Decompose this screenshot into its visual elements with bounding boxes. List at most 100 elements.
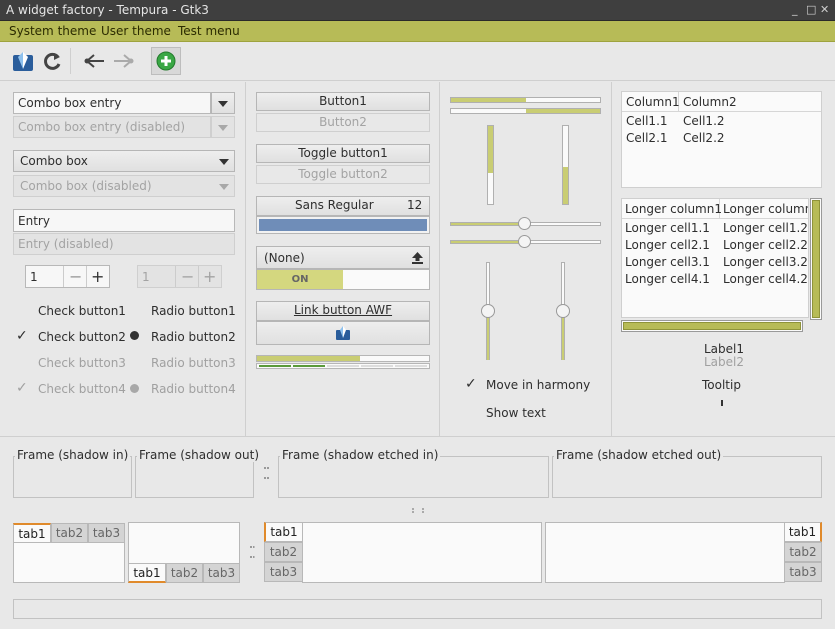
switch-on-label: ON	[257, 270, 343, 289]
plus-icon[interactable]: +	[91, 267, 104, 286]
combo-box[interactable]: Combo box	[13, 150, 235, 172]
check-button-2[interactable]: Check button2	[38, 330, 126, 344]
table-cell: Cell2.1	[626, 131, 668, 145]
check-button-1[interactable]: Check button1	[38, 304, 126, 318]
tab-1[interactable]: tab1	[13, 523, 51, 543]
pane-handle[interactable]	[264, 467, 267, 479]
toolbar-forward-button[interactable]	[110, 47, 138, 75]
frame-shadow-in	[13, 456, 132, 498]
spinner-icon	[721, 400, 723, 406]
tab-2[interactable]: tab2	[51, 523, 88, 543]
button-1[interactable]: Button1	[256, 92, 430, 111]
menu-user-theme[interactable]: User theme	[101, 24, 171, 38]
combo-entry-value: Combo box entry	[18, 96, 122, 110]
close-button[interactable]: ✕	[820, 3, 829, 16]
spin-button[interactable]: 1 − +	[25, 265, 110, 288]
minimize-button[interactable]: _	[792, 3, 798, 16]
check-button-3: Check button3	[38, 356, 126, 370]
tab-1[interactable]: tab1	[784, 522, 822, 542]
toolbar-refresh-button[interactable]	[38, 47, 66, 75]
radio-button-4: Radio button4	[151, 382, 236, 396]
table-cell: Longer cell3.2	[723, 255, 808, 269]
frame-label: Frame (shadow out)	[137, 448, 262, 462]
tab-3[interactable]: tab3	[203, 563, 240, 583]
image-button[interactable]	[256, 321, 430, 345]
menu-system-theme[interactable]: System theme	[9, 24, 96, 38]
tab-3[interactable]: tab3	[88, 523, 125, 543]
scrollbar-thumb[interactable]	[623, 322, 801, 330]
link-label: Link button AWF	[293, 303, 393, 317]
tab-1[interactable]: tab1	[264, 522, 303, 542]
toggle-button-1[interactable]: Toggle button1	[256, 144, 430, 163]
column-header[interactable]: Column2	[683, 95, 737, 109]
vertical-scrollbar[interactable]	[810, 198, 822, 320]
button-2: Button2	[256, 113, 430, 132]
link-button[interactable]: Link button AWF	[256, 301, 430, 321]
tree-view-2[interactable]: Longer column1 Longer column2 Longer cel…	[621, 198, 809, 318]
menu-test[interactable]: Test menu	[178, 24, 240, 38]
tab-2[interactable]: tab2	[784, 542, 822, 562]
progress-vertical-1	[487, 125, 494, 205]
minus-icon: −	[181, 267, 195, 286]
horizontal-scrollbar[interactable]	[621, 320, 803, 332]
tab-1[interactable]: tab1	[128, 563, 166, 583]
slider-handle[interactable]	[518, 235, 531, 248]
column-header[interactable]: Longer column2	[723, 202, 808, 216]
pane-handle[interactable]	[250, 546, 253, 558]
table-cell: Longer cell1.1	[625, 221, 710, 235]
spin-value: 1	[30, 270, 38, 284]
font-name: Sans Regular	[295, 198, 374, 212]
maximize-button[interactable]: □	[806, 3, 816, 16]
combo-entry-field[interactable]: Combo box entry	[13, 92, 211, 114]
column-header[interactable]: Longer column1	[625, 202, 722, 216]
entry-value: Entry	[18, 214, 50, 228]
toolbar-back-button[interactable]	[80, 47, 108, 75]
combo-entry-disabled-value: Combo box entry (disabled)	[18, 120, 186, 134]
checkmark-icon: ✓	[16, 328, 28, 344]
radio-dot-icon	[130, 384, 139, 393]
frame-label: Frame (shadow etched in)	[280, 448, 441, 462]
file-chooser-value: (None)	[264, 251, 305, 265]
entry-disabled-value: Entry (disabled)	[18, 237, 114, 251]
font-button[interactable]: Sans Regular 12	[256, 196, 430, 216]
move-in-harmony-check[interactable]: Move in harmony	[486, 378, 590, 392]
table-cell: Cell2.2	[683, 131, 725, 145]
combo-entry-button[interactable]	[211, 92, 235, 114]
frame-shadow-out	[135, 456, 254, 498]
color-button[interactable]	[256, 216, 430, 234]
notebook-left-page	[302, 522, 542, 583]
tab-3[interactable]: tab3	[784, 562, 822, 582]
upload-icon	[412, 252, 423, 264]
toolbar-app-button[interactable]	[9, 47, 37, 75]
combo-box-disabled: Combo box (disabled)	[13, 175, 235, 197]
pane-handle[interactable]	[412, 508, 424, 511]
refresh-icon	[44, 52, 61, 70]
tab-2[interactable]: tab2	[264, 542, 303, 562]
add-icon	[156, 51, 176, 71]
switch[interactable]: ON	[256, 269, 430, 290]
progress-fill-1	[257, 356, 361, 361]
minus-icon[interactable]: −	[69, 267, 82, 286]
label-1: Label1	[704, 342, 745, 356]
column-header[interactable]: Column1	[626, 95, 680, 109]
font-size: 12	[407, 198, 423, 212]
chevron-down-icon	[218, 101, 228, 107]
file-chooser-button[interactable]: (None)	[256, 246, 430, 269]
radio-dot-icon	[130, 331, 139, 340]
slider-handle[interactable]	[518, 217, 531, 230]
slider-handle[interactable]	[481, 304, 495, 318]
radio-button-1[interactable]: Radio button1	[151, 304, 236, 318]
tab-3[interactable]: tab3	[264, 562, 303, 582]
toolbar-add-button[interactable]	[151, 47, 181, 75]
column-separator-2	[439, 82, 440, 436]
tab-2[interactable]: tab2	[166, 563, 203, 583]
entry-field[interactable]: Entry	[13, 209, 235, 232]
frame-shadow-etched-in	[278, 456, 549, 498]
show-text-check[interactable]: Show text	[486, 406, 546, 420]
status-bar	[13, 599, 822, 619]
table-cell: Longer cell4.1	[625, 272, 710, 286]
tree-view-1[interactable]: Column1 Column2 Cell1.1 Cell1.2 Cell2.1 …	[621, 91, 822, 188]
scrollbar-thumb[interactable]	[812, 200, 820, 318]
radio-button-2[interactable]: Radio button2	[151, 330, 236, 344]
slider-handle[interactable]	[556, 304, 570, 318]
